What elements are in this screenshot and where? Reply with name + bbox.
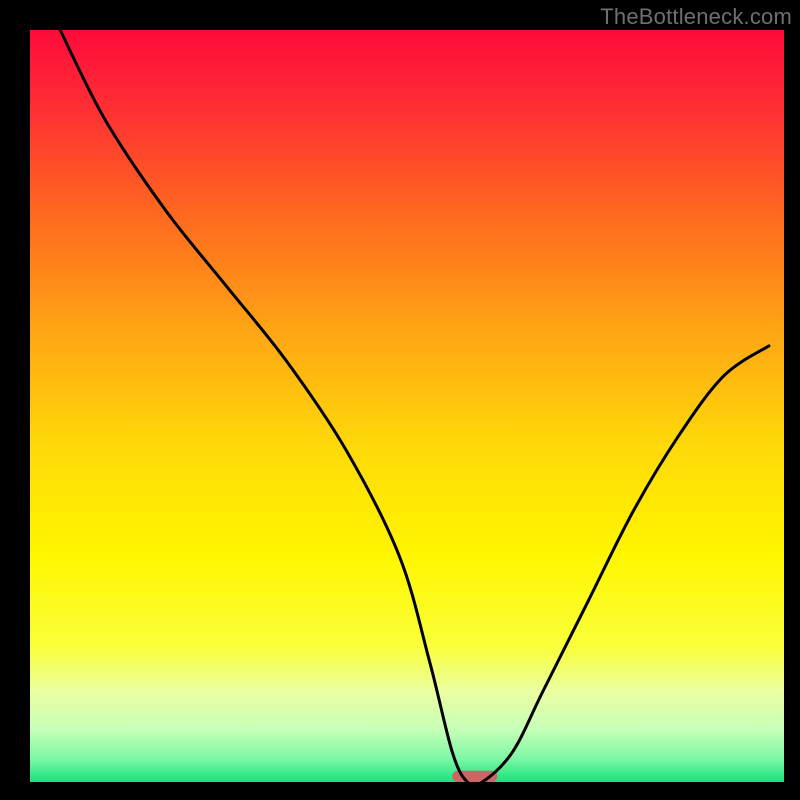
chart-gradient-bg (30, 30, 784, 782)
watermark-text: TheBottleneck.com (600, 4, 792, 30)
bottleneck-chart: TheBottleneck.com (0, 0, 800, 800)
chart-canvas (0, 0, 800, 800)
